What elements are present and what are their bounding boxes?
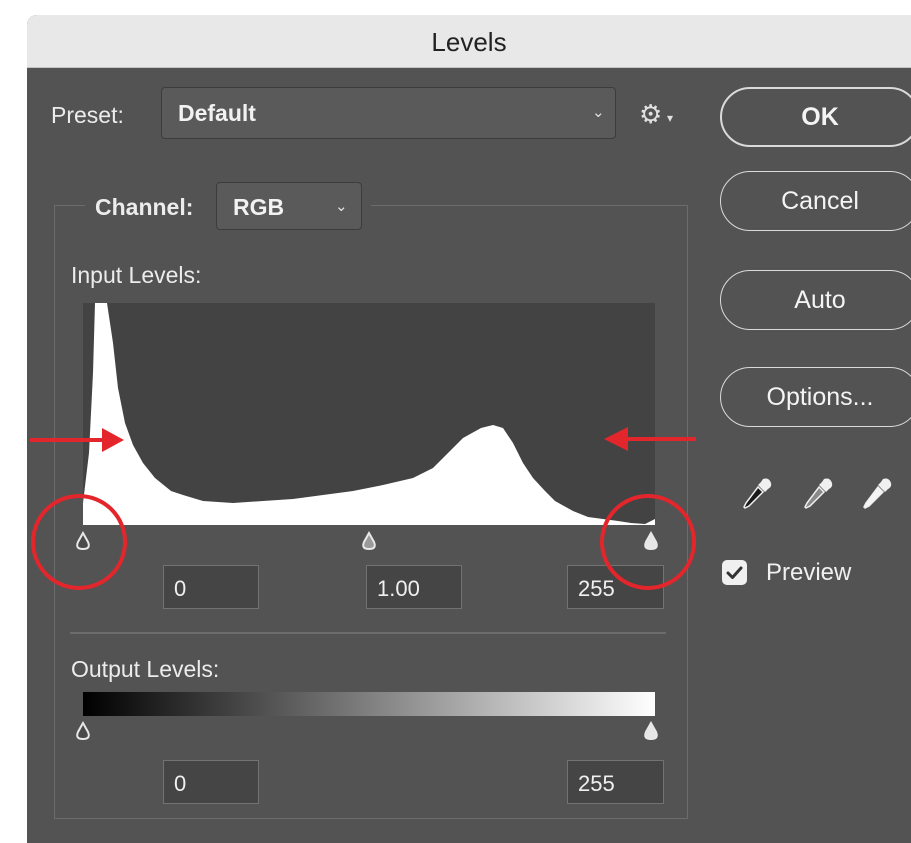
eyedropper-gray-icon[interactable] [800,475,836,515]
preview-checkbox[interactable] [722,560,747,585]
output-black-slider[interactable] [76,720,90,741]
options-button[interactable]: Options... [720,367,911,427]
preview-label: Preview [766,559,852,586]
eyedropper-black-icon[interactable] [739,475,775,515]
ok-button[interactable]: OK [720,87,911,147]
eyedropper-white-icon[interactable] [859,475,895,515]
checkmark-icon [726,566,743,579]
output-white-slider[interactable] [644,720,658,741]
levels-dialog: Levels Preset: Default ⌄ ⚙ ▾ Channel: RG… [27,15,911,843]
input-midtone-slider[interactable] [362,530,376,551]
cancel-button[interactable]: Cancel [720,171,911,231]
input-highlight-slider[interactable] [644,530,658,551]
auto-button[interactable]: Auto [720,270,911,330]
input-shadow-slider[interactable] [76,530,90,551]
